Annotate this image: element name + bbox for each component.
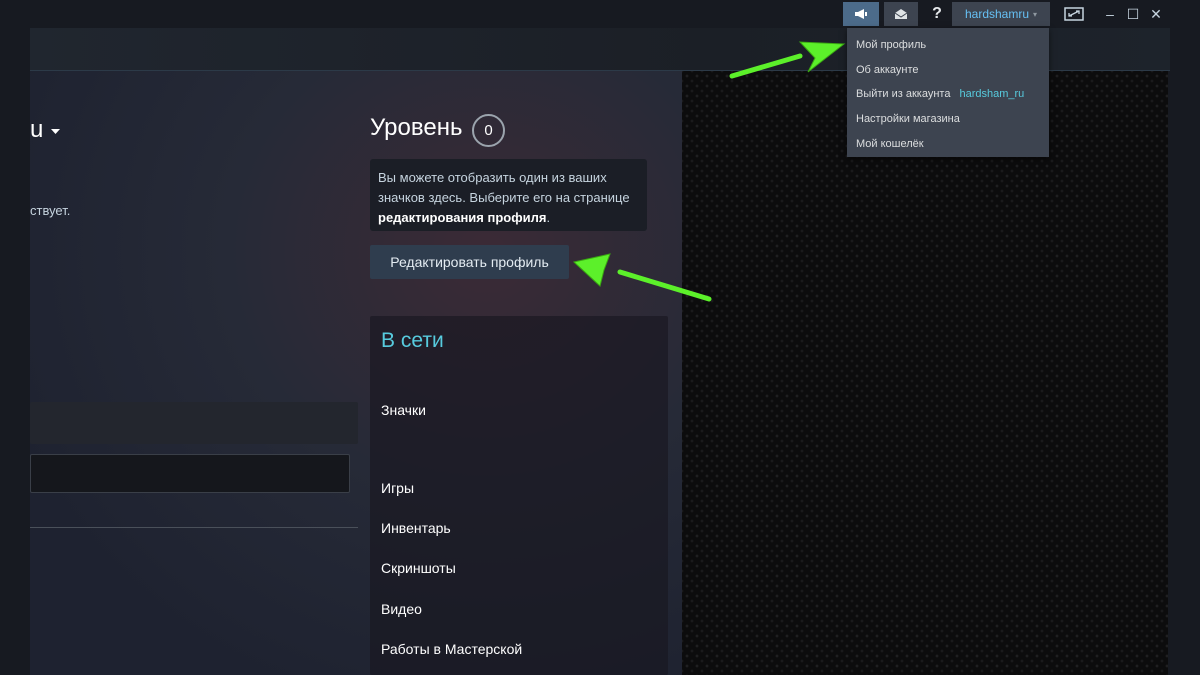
- menu-item-label: Мой кошелёк: [856, 137, 924, 150]
- profile-sidebar: [370, 316, 668, 675]
- maximize-button[interactable]: ☐: [1121, 4, 1145, 24]
- menu-item-label: Мой профиль: [856, 39, 927, 52]
- close-button[interactable]: ✕: [1144, 4, 1168, 24]
- divider: [30, 527, 358, 528]
- persona-dropdown-icon[interactable]: [50, 128, 61, 136]
- maximize-icon: ☐: [1126, 5, 1140, 22]
- minimize-icon: –: [1106, 6, 1114, 22]
- close-icon: ✕: [1150, 5, 1162, 22]
- online-status: В сети: [381, 329, 444, 352]
- sidebar-link-inventory[interactable]: Инвентарь: [381, 520, 451, 536]
- announcements-button[interactable]: [843, 2, 879, 26]
- level-badge: 0: [472, 114, 505, 147]
- menu-item-label: Выйти из аккаунта: [856, 88, 951, 101]
- help-icon: ?: [932, 5, 942, 22]
- edit-profile-link[interactable]: редактирования профиля: [378, 210, 546, 225]
- menu-item-label: Настройки магазина: [856, 113, 960, 126]
- help-button[interactable]: ?: [922, 2, 952, 26]
- sidebar-link-workshop[interactable]: Работы в Мастерской: [381, 641, 522, 657]
- profile-background: [682, 71, 1168, 675]
- big-picture-icon: [1064, 7, 1084, 21]
- menu-item-account-details[interactable]: Об аккаунте: [847, 58, 1049, 83]
- sidebar-link-badges[interactable]: Значки: [381, 402, 426, 418]
- edit-profile-button[interactable]: Редактировать профиль: [370, 245, 569, 279]
- menu-item-store-preferences[interactable]: Настройки магазина: [847, 107, 1049, 132]
- notifications-button[interactable]: [884, 2, 918, 26]
- sidebar-link-videos[interactable]: Видео: [381, 601, 422, 617]
- badge-text-2: .: [546, 210, 551, 225]
- sidebar-link-screenshots[interactable]: Скриншоты: [381, 560, 456, 576]
- comment-header: [30, 402, 358, 444]
- level-value: 0: [484, 122, 493, 139]
- menu-item-label: Об аккаунте: [856, 63, 919, 76]
- megaphone-icon: [855, 9, 867, 19]
- menu-item-wallet[interactable]: Мой кошелёк: [847, 131, 1049, 156]
- big-picture-button[interactable]: [1058, 2, 1090, 26]
- window-edge: [1168, 71, 1200, 675]
- sidebar-link-games[interactable]: Игры: [381, 480, 414, 496]
- title-bar: ? hardshamru ▾ – ☐ ✕: [0, 0, 1200, 28]
- account-menu-button[interactable]: hardshamru ▾: [952, 2, 1050, 26]
- chevron-down-icon: ▾: [1033, 9, 1038, 19]
- envelope-icon: [894, 9, 908, 19]
- level-label: Уровень: [370, 114, 463, 141]
- badge-text-1: Вы можете отобразить один из ваших значк…: [378, 170, 630, 205]
- menu-item-my-profile[interactable]: Мой профиль: [847, 33, 1049, 58]
- persona-name[interactable]: u: [30, 116, 43, 144]
- minimize-button[interactable]: –: [1098, 4, 1122, 24]
- favorite-badge-box: Вы можете отобразить один из ваших значк…: [370, 159, 647, 231]
- profile-summary: ствует.: [30, 203, 71, 218]
- account-username: hardshamru: [964, 7, 1029, 21]
- edit-profile-label: Редактировать профиль: [390, 254, 549, 270]
- comment-input[interactable]: [30, 454, 350, 493]
- account-dropdown-menu: Мой профиль Об аккаунте Выйти из аккаунт…: [847, 28, 1049, 157]
- menu-item-account-name: hardsham_ru: [959, 88, 1025, 101]
- menu-item-logout[interactable]: Выйти из аккаунта hardsham_ru: [847, 82, 1049, 107]
